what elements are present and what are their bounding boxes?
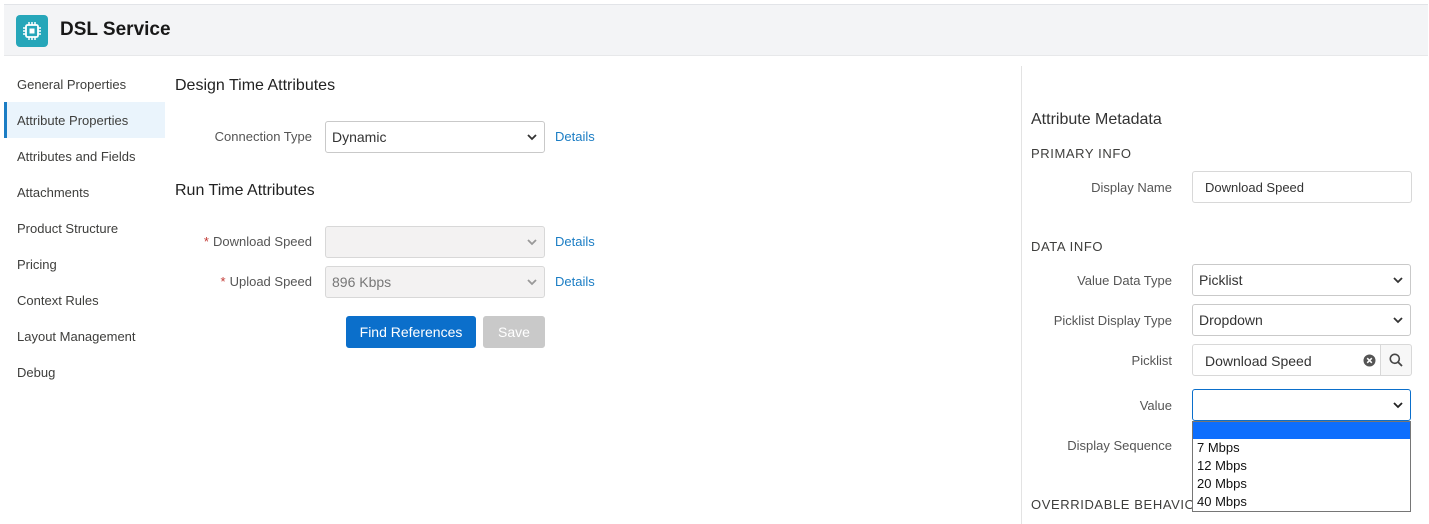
data-info-title: DATA INFO [1031, 239, 1104, 254]
find-references-button[interactable]: Find References [346, 316, 476, 348]
picklist-display-type-label: Picklist Display Type [1053, 313, 1172, 328]
download-speed-label: * Download Speed [203, 234, 312, 249]
nav-item-attributes-and-fields[interactable]: Attributes and Fields [4, 138, 165, 174]
picklist-display-type-select[interactable]: Dropdown [1192, 304, 1411, 336]
clear-icon[interactable] [1363, 354, 1376, 367]
value-data-type-value: Picklist [1199, 272, 1243, 288]
chip-icon [16, 15, 48, 47]
nav-item-attachments[interactable]: Attachments [4, 174, 165, 210]
dropdown-option-empty[interactable] [1193, 422, 1410, 439]
connection-type-label: Connection Type [214, 129, 312, 144]
primary-info-title: PRIMARY INFO [1031, 146, 1132, 161]
picklist-display-type-value: Dropdown [1199, 312, 1263, 328]
chevron-down-icon [527, 239, 537, 246]
upload-speed-value: 896 Kbps [332, 274, 392, 290]
nav-item-product-structure[interactable]: Product Structure [4, 210, 165, 246]
nav-item-general-properties[interactable]: General Properties [4, 66, 165, 102]
value-data-type-label: Value Data Type [1077, 273, 1172, 288]
download-speed-select[interactable] [325, 226, 545, 258]
nav-item-attribute-properties[interactable]: Attribute Properties [4, 102, 165, 138]
chevron-down-icon [1393, 402, 1403, 409]
chevron-down-icon [527, 279, 537, 286]
save-button[interactable]: Save [483, 316, 545, 348]
upload-speed-label: * Upload Speed [220, 274, 312, 289]
value-label: Value [1139, 398, 1172, 413]
design-time-title: Design Time Attributes [175, 77, 336, 94]
display-name-input[interactable]: Download Speed [1192, 171, 1412, 203]
display-name-label: Display Name [1091, 180, 1172, 195]
display-sequence-label: Display Sequence [1067, 438, 1172, 453]
required-marker: * [220, 274, 226, 289]
attribute-metadata-title: Attribute Metadata [1031, 111, 1162, 128]
connection-type-select[interactable]: Dynamic [325, 121, 545, 153]
chevron-down-icon [1393, 277, 1403, 284]
run-time-title: Run Time Attributes [175, 182, 315, 199]
dropdown-option[interactable]: 20 Mbps [1193, 475, 1410, 493]
nav-item-layout-management[interactable]: Layout Management [4, 318, 165, 354]
page-title: DSL Service [60, 19, 171, 40]
value-data-type-select[interactable]: Picklist [1192, 264, 1411, 296]
connection-type-details-link[interactable]: Details [555, 129, 595, 144]
nav-item-pricing[interactable]: Pricing [4, 246, 165, 282]
search-button[interactable] [1380, 344, 1412, 376]
nav-item-debug[interactable]: Debug [4, 354, 165, 390]
upload-speed-select[interactable]: 896 Kbps [325, 266, 545, 298]
connection-type-value: Dynamic [332, 129, 387, 145]
overridable-behavior-title: OVERRIDABLE BEHAVIOR [1031, 497, 1206, 512]
picklist-lookup-input[interactable]: Download Speed [1192, 344, 1412, 376]
upload-speed-details-link[interactable]: Details [555, 274, 595, 289]
nav-item-context-rules[interactable]: Context Rules [4, 282, 165, 318]
dropdown-option[interactable]: 7 Mbps [1193, 439, 1410, 457]
page-header: DSL Service [4, 4, 1428, 56]
chevron-down-icon [1393, 317, 1403, 324]
download-speed-details-link[interactable]: Details [555, 234, 595, 249]
dropdown-option[interactable]: 40 Mbps [1193, 493, 1410, 511]
dropdown-option[interactable]: 12 Mbps [1193, 457, 1410, 475]
value-select[interactable] [1192, 389, 1411, 421]
panel-divider [1021, 66, 1022, 524]
sidebar-nav: General Properties Attribute Properties … [4, 66, 165, 390]
search-icon [1389, 353, 1403, 367]
picklist-lookup-value: Download Speed [1205, 353, 1312, 369]
value-dropdown-list: 7 Mbps 12 Mbps 20 Mbps 40 Mbps [1192, 421, 1411, 512]
picklist-label: Picklist [1131, 353, 1172, 368]
required-marker: * [203, 234, 209, 249]
chevron-down-icon [527, 134, 537, 141]
